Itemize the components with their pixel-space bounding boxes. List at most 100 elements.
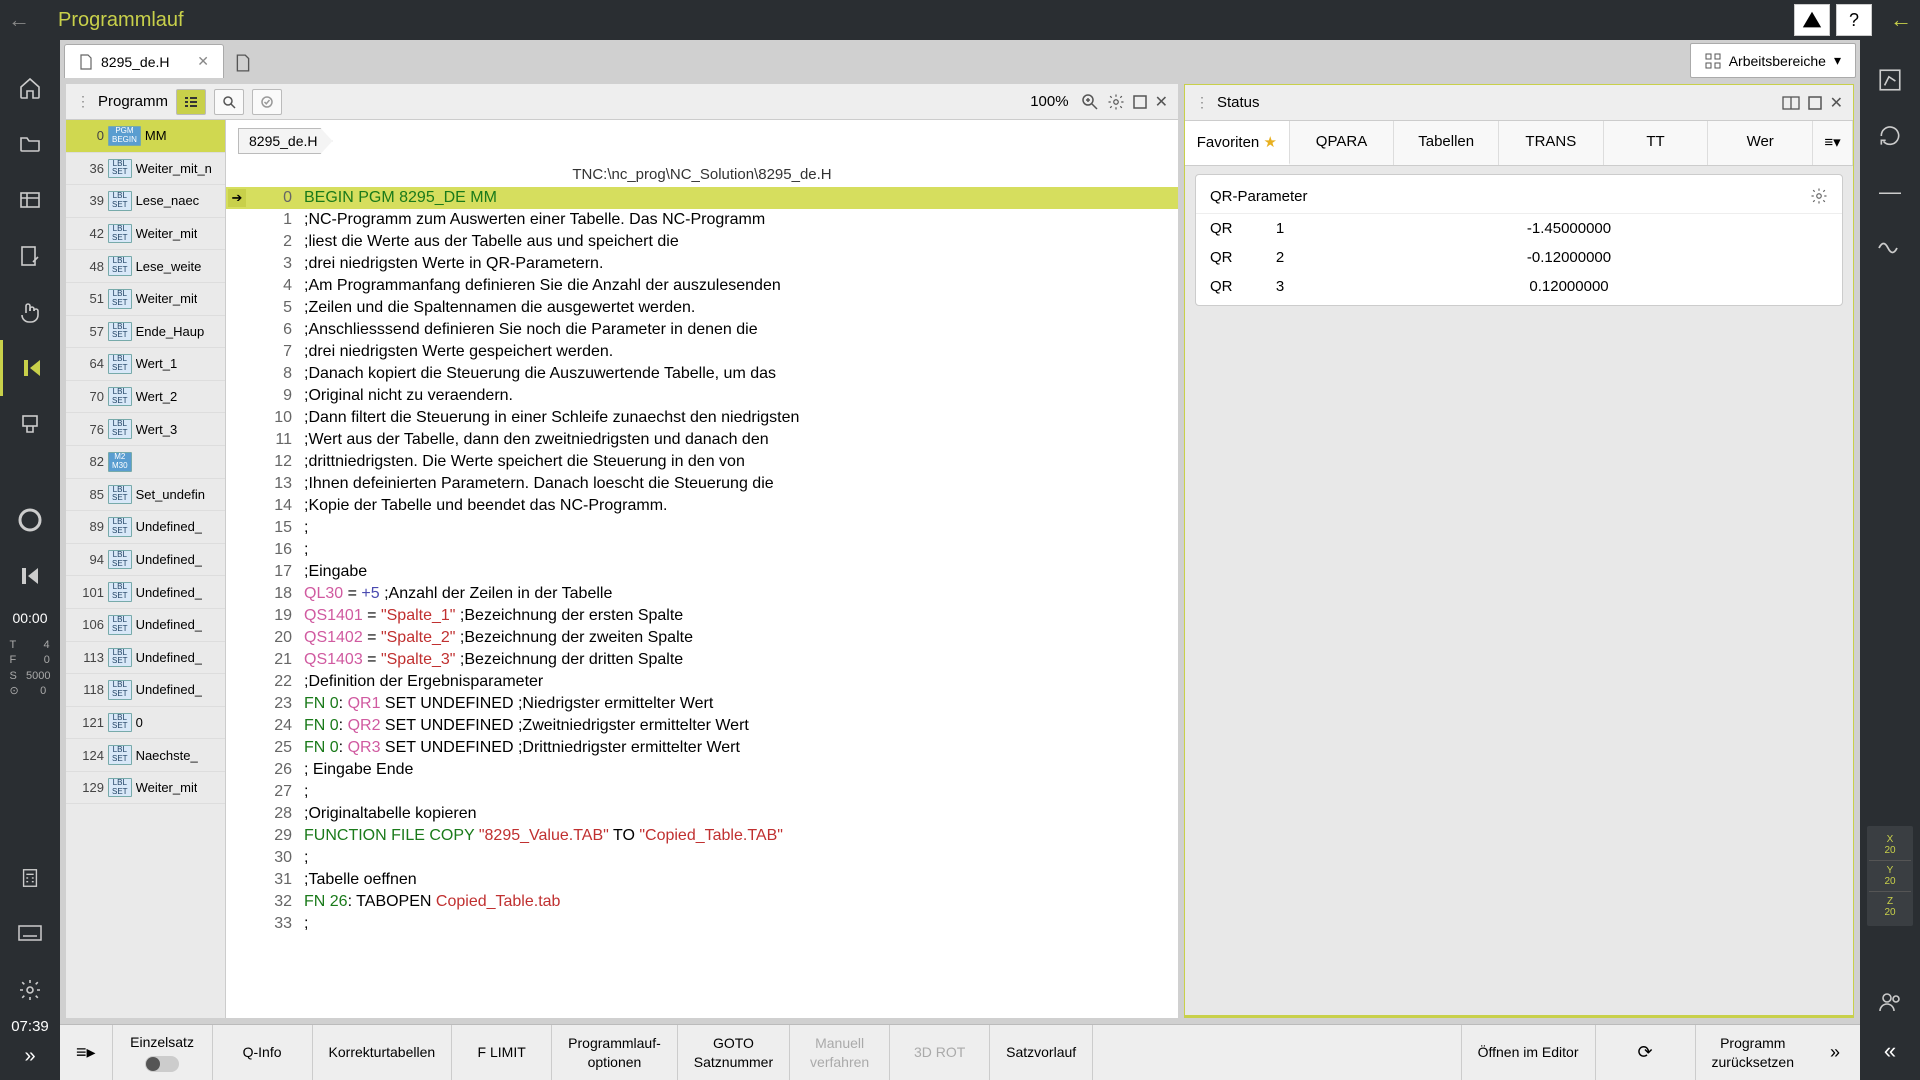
help-icon[interactable]: ? bbox=[1836, 4, 1872, 36]
outline-row[interactable]: 124LBLSETNaechste_ bbox=[66, 739, 225, 772]
code-line[interactable]: 27; bbox=[226, 781, 1178, 803]
outline-row[interactable]: 129LBLSETWeiter_mit bbox=[66, 772, 225, 805]
outline-row[interactable]: 36LBLSETWeiter_mit_n bbox=[66, 153, 225, 186]
code-line[interactable]: 28;Originaltabelle kopieren bbox=[226, 803, 1178, 825]
close-pane-icon[interactable]: ✕ bbox=[1830, 93, 1843, 113]
collapse-bottom-icon[interactable]: » bbox=[1810, 1025, 1860, 1080]
folder-icon[interactable] bbox=[0, 116, 60, 172]
back-icon[interactable]: ← bbox=[8, 7, 38, 33]
manual-icon[interactable] bbox=[0, 284, 60, 340]
code-line[interactable]: 33; bbox=[226, 913, 1178, 935]
outline-row[interactable]: 76LBLSETWert_3 bbox=[66, 413, 225, 446]
collapse-right-icon[interactable]: ← bbox=[1890, 7, 1912, 33]
code-line[interactable]: 24FN 0: QR2 SET UNDEFINED ;Zweitniedrigs… bbox=[226, 715, 1178, 737]
code-line[interactable]: 1;NC-Programm zum Auswerten einer Tabell… bbox=[226, 209, 1178, 231]
settings-icon[interactable] bbox=[0, 962, 60, 1018]
settings-gear-icon[interactable] bbox=[1107, 93, 1125, 111]
programmlauf-optionen-button[interactable]: Programmlauf- optionen bbox=[552, 1025, 678, 1080]
outline-row[interactable]: 82M2M30 bbox=[66, 446, 225, 479]
outline-row[interactable]: 101LBLSETUndefined_ bbox=[66, 576, 225, 609]
code-line[interactable]: 25FN 0: QR3 SET UNDEFINED ;Drittniedrigs… bbox=[226, 737, 1178, 759]
status-tab-tabellen[interactable]: Tabellen bbox=[1394, 121, 1499, 165]
outline-row[interactable]: 89LBLSETUndefined_ bbox=[66, 511, 225, 544]
calculator-icon[interactable] bbox=[0, 850, 60, 906]
expand-right-icon[interactable]: « bbox=[1884, 1038, 1896, 1064]
machine-icon[interactable] bbox=[0, 396, 60, 452]
workspaces-button[interactable]: Arbeitsbereiche ▾ bbox=[1690, 43, 1856, 78]
code-line[interactable]: 26; Eingabe Ende bbox=[226, 759, 1178, 781]
program-run-icon[interactable] bbox=[0, 340, 60, 396]
outline-row[interactable]: 48LBLSETLese_weite bbox=[66, 250, 225, 283]
minus-icon[interactable]: — bbox=[1870, 172, 1910, 212]
edit-program-icon[interactable] bbox=[0, 228, 60, 284]
outline-row[interactable]: 106LBLSETUndefined_ bbox=[66, 609, 225, 642]
cycle-icon[interactable] bbox=[1870, 116, 1910, 156]
code-line[interactable]: 30; bbox=[226, 847, 1178, 869]
reset-program-button[interactable]: ⟳ bbox=[1596, 1025, 1696, 1080]
table-icon[interactable] bbox=[0, 172, 60, 228]
code-line[interactable]: 32FN 26: TABOPEN Copied_Table.tab bbox=[226, 891, 1178, 913]
einzelsatz-toggle[interactable] bbox=[145, 1056, 179, 1072]
code-line[interactable]: 29FUNCTION FILE COPY "8295_Value.TAB" TO… bbox=[226, 825, 1178, 847]
status-tab-qpara[interactable]: QPARA bbox=[1290, 121, 1395, 165]
code-line[interactable]: 17;Eingabe bbox=[226, 561, 1178, 583]
code-line[interactable]: ➔0BEGIN PGM 8295_DE MM bbox=[226, 187, 1178, 209]
zoom-icon[interactable] bbox=[1081, 93, 1099, 111]
open-in-editor-button[interactable]: Öffnen im Editor bbox=[1462, 1025, 1596, 1080]
code-line[interactable]: 7;drei niedrigsten Werte gespeichert wer… bbox=[226, 341, 1178, 363]
manuell-verfahren-button[interactable]: Manuell verfahren bbox=[790, 1025, 890, 1080]
outline-row[interactable]: 64LBLSETWert_1 bbox=[66, 348, 225, 381]
code-line[interactable]: 2;liest die Werte aus der Tabelle aus un… bbox=[226, 231, 1178, 253]
outline-row[interactable]: 0PGMBEGINMM bbox=[66, 120, 225, 153]
check-button[interactable] bbox=[252, 89, 282, 115]
breadcrumb-chip[interactable]: 8295_de.H bbox=[238, 128, 333, 154]
outline-row[interactable]: 70LBLSETWert_2 bbox=[66, 381, 225, 414]
outline-row[interactable]: 121LBLSET0 bbox=[66, 707, 225, 740]
search-button[interactable] bbox=[214, 89, 244, 115]
outline-row[interactable]: 51LBLSETWeiter_mit bbox=[66, 283, 225, 316]
outline-row[interactable]: 118LBLSETUndefined_ bbox=[66, 674, 225, 707]
code-line[interactable]: 6;Anschliesssend definieren Sie noch die… bbox=[226, 319, 1178, 341]
status-tab-wer[interactable]: Wer bbox=[1708, 121, 1813, 165]
3d-rot-button[interactable]: 3D ROT bbox=[890, 1025, 990, 1080]
code-line[interactable]: 8;Danach kopiert die Steuerung die Auszu… bbox=[226, 363, 1178, 385]
code-line[interactable]: 16; bbox=[226, 539, 1178, 561]
maximize-icon[interactable] bbox=[1808, 96, 1822, 110]
code-line[interactable]: 4;Am Programmanfang definieren Sie die A… bbox=[226, 275, 1178, 297]
wave-icon[interactable] bbox=[1870, 228, 1910, 268]
code-line[interactable]: 14;Kopie der Tabelle und beendet das NC-… bbox=[226, 495, 1178, 517]
record-icon[interactable] bbox=[0, 492, 60, 548]
korrekturtabellen-button[interactable]: Korrekturtabellen bbox=[313, 1025, 453, 1080]
code-line[interactable]: 15; bbox=[226, 517, 1178, 539]
outline-row[interactable]: 113LBLSETUndefined_ bbox=[66, 642, 225, 675]
code-line[interactable]: 19QS1401 = "Spalte_1" ;Bezeichnung der e… bbox=[226, 605, 1178, 627]
status-tabs-more[interactable]: ≡▾ bbox=[1813, 121, 1853, 165]
maximize-icon[interactable] bbox=[1133, 95, 1147, 109]
outline-toggle-button[interactable] bbox=[176, 89, 206, 115]
code-line[interactable]: 21QS1403 = "Spalte_3" ;Bezeichnung der d… bbox=[226, 649, 1178, 671]
home-icon[interactable] bbox=[0, 60, 60, 116]
step-in-icon[interactable] bbox=[0, 548, 60, 604]
users-icon[interactable] bbox=[1870, 982, 1910, 1022]
qinfo-button[interactable]: Q-Info bbox=[213, 1025, 313, 1080]
code-line[interactable]: 5;Zeilen und die Spaltennamen die ausgew… bbox=[226, 297, 1178, 319]
grip-icon[interactable]: ⋮ bbox=[1195, 94, 1209, 111]
menu-toggle-button[interactable]: ≡▸ bbox=[60, 1025, 113, 1080]
outline-row[interactable]: 39LBLSETLese_naec bbox=[66, 185, 225, 218]
goto-satznummer-button[interactable]: GOTO Satznummer bbox=[678, 1025, 790, 1080]
status-tab-favoriten[interactable]: Favoriten ★ bbox=[1185, 121, 1290, 165]
outline-row[interactable]: 94LBLSETUndefined_ bbox=[66, 544, 225, 577]
code-line[interactable]: 23FN 0: QR1 SET UNDEFINED ;Niedrigster e… bbox=[226, 693, 1178, 715]
status-tab-tt[interactable]: TT bbox=[1604, 121, 1709, 165]
keyboard-icon[interactable] bbox=[0, 906, 60, 962]
code-editor[interactable]: ➔0BEGIN PGM 8295_DE MM1;NC-Programm zum … bbox=[226, 187, 1178, 1018]
tool-path-icon[interactable] bbox=[1870, 60, 1910, 100]
tab-close-icon[interactable]: ✕ bbox=[197, 53, 209, 70]
status-tab-trans[interactable]: TRANS bbox=[1499, 121, 1604, 165]
code-line[interactable]: 13;Ihnen defeinierten Parametern. Danach… bbox=[226, 473, 1178, 495]
einzelsatz-button[interactable]: Einzelsatz bbox=[113, 1025, 213, 1080]
expand-left-icon[interactable]: » bbox=[24, 1045, 35, 1068]
programm-zuruecksetzen-button[interactable]: Programm zurücksetzen bbox=[1696, 1025, 1810, 1080]
outline-row[interactable]: 57LBLSETEnde_Haup bbox=[66, 316, 225, 349]
code-line[interactable]: 3;drei niedrigsten Werte in QR-Parameter… bbox=[226, 253, 1178, 275]
